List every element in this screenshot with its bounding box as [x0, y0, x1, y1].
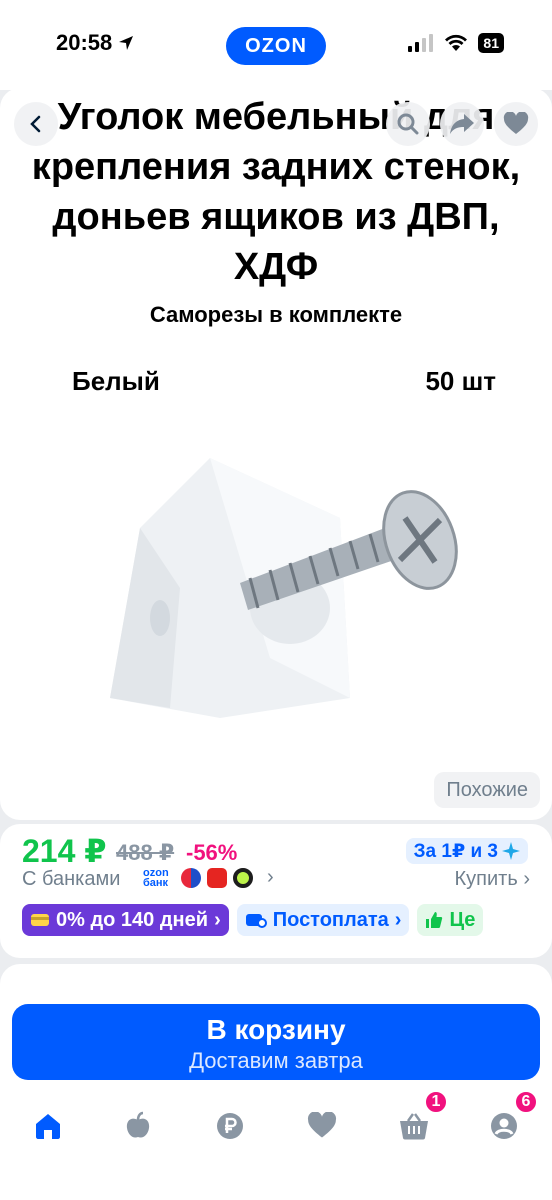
discount-badge: -56% — [186, 840, 238, 865]
wifi-icon — [445, 34, 468, 51]
cart-count-badge: 1 — [424, 1090, 448, 1114]
promo-text: За 1₽ и 3 — [413, 840, 498, 862]
battery-indicator: 81 — [478, 33, 504, 53]
tab-favorites[interactable] — [300, 1104, 344, 1148]
profile-count-badge: 6 — [514, 1090, 538, 1114]
sparkle-icon — [502, 842, 520, 860]
postpay-card-icon — [245, 914, 267, 928]
apple-icon — [126, 1111, 150, 1138]
product-subtitle: Саморезы в комплекте — [149, 302, 403, 327]
promo-badge[interactable]: За 1₽ и 3 — [405, 838, 528, 864]
add-to-cart-button[interactable]: В корзину Доставим завтра — [12, 1004, 540, 1080]
chevron-right-icon: › — [394, 908, 402, 931]
tab-bar: 1 6 — [0, 1090, 552, 1164]
signal-icon — [408, 34, 434, 52]
price-block: 214 ₽ 488 ₽ -56% За 1₽ и 3 С банками ozo… — [0, 824, 552, 958]
location-arrow-icon — [119, 36, 134, 50]
profile-icon — [491, 1113, 517, 1139]
installment-label: 0% до 140 дней — [56, 908, 209, 931]
system-icons: 81 — [408, 33, 504, 53]
tab-fresh[interactable] — [116, 1104, 160, 1148]
bank-1-icon — [181, 867, 201, 888]
bottom-panel: В корзину Доставим завтра 1 6 — [0, 964, 552, 1200]
postpay-label: Постоплата — [272, 908, 389, 931]
postpay-chip[interactable]: Постоплата › — [236, 904, 410, 936]
heart-icon — [307, 1112, 337, 1138]
search-icon — [397, 113, 419, 135]
chevron-right-icon: › — [214, 908, 221, 931]
add-to-cart-label: В корзину — [206, 1014, 346, 1045]
buy-link-label: Купить — [454, 868, 518, 890]
share-button[interactable] — [440, 102, 484, 146]
payment-chips: 0% до 140 дней › Постоплата › Це — [22, 904, 484, 936]
delivery-label: Доставим завтра — [189, 1048, 363, 1073]
price-chip-label: Це — [449, 908, 476, 931]
chevron-right-icon: › — [267, 866, 274, 888]
share-icon — [450, 114, 474, 134]
search-button[interactable] — [386, 102, 430, 146]
thumbs-up-icon — [426, 912, 443, 928]
price-chip[interactable]: Це — [417, 904, 484, 936]
ozon-bank-icon: ozon банк — [143, 866, 169, 889]
installment-chip[interactable]: 0% до 140 дней › — [22, 904, 229, 936]
tab-home[interactable] — [26, 1104, 70, 1148]
heart-icon — [503, 112, 529, 134]
bank-3-icon — [233, 867, 253, 888]
bank-2-icon — [207, 867, 227, 888]
current-price: 214 ₽ — [22, 833, 107, 869]
chevron-right-icon: › — [523, 868, 530, 890]
status-time: 20:58 — [56, 30, 134, 56]
similar-button[interactable]: Похожие — [434, 772, 540, 808]
bank-icons[interactable]: ozon банк › — [143, 866, 274, 889]
quantity-label: 50 шт — [425, 366, 496, 396]
color-label: Белый — [72, 366, 160, 396]
old-price: 488 ₽ — [116, 840, 175, 865]
basket-icon — [400, 1113, 428, 1140]
favorite-button[interactable] — [494, 102, 538, 146]
tab-finance[interactable] — [208, 1104, 252, 1148]
ozon-logo: OZON — [226, 27, 326, 65]
product-card: Уголок мебельный для крепления задних ст… — [0, 88, 552, 820]
home-icon — [36, 1114, 60, 1139]
product-image[interactable] — [100, 458, 460, 738]
status-bar: 20:58 OZON 81 — [0, 0, 552, 90]
ruble-icon — [217, 1113, 243, 1139]
back-button[interactable] — [14, 102, 58, 146]
time-text: 20:58 — [56, 30, 113, 55]
tab-cart[interactable]: 1 — [392, 1090, 448, 1148]
tab-profile[interactable]: 6 — [482, 1090, 538, 1148]
banks-label: С банками — [22, 868, 121, 890]
card-icon — [31, 914, 49, 926]
buy-link[interactable]: Купить › — [455, 868, 530, 891]
chevron-left-icon — [30, 115, 41, 133]
